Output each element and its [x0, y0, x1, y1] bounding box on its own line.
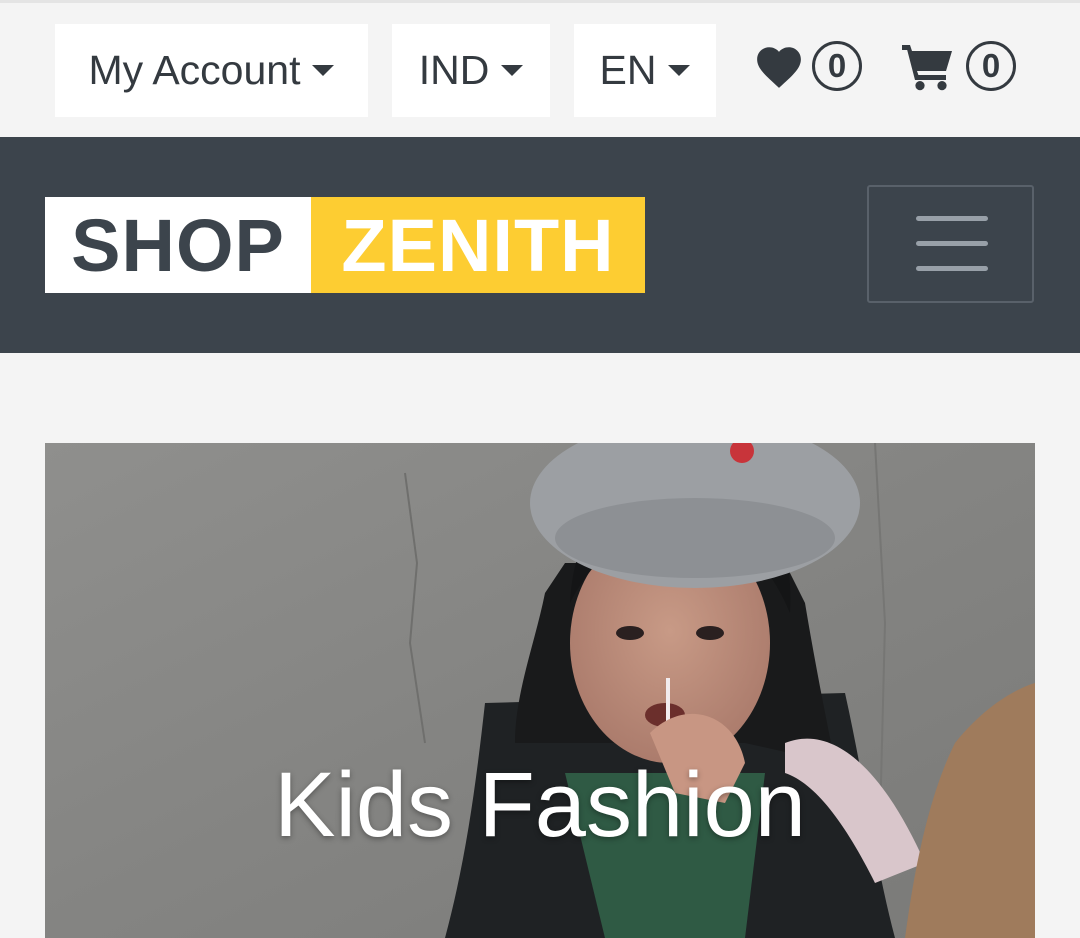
caret-down-icon [501, 65, 524, 76]
my-account-dropdown[interactable]: My Account [55, 24, 368, 117]
logo-zenith-text: ZENITH [311, 197, 645, 293]
hero-banner[interactable]: Kids Fashion [45, 443, 1035, 938]
heart-icon [757, 47, 801, 88]
logo-shop-text: SHOP [45, 197, 311, 293]
menu-icon-bar [916, 241, 988, 246]
my-account-label: My Account [88, 47, 301, 93]
menu-icon-bar [916, 266, 988, 271]
caret-down-icon [312, 65, 335, 76]
currency-dropdown[interactable]: IND [392, 24, 550, 117]
cart-count-badge: 0 [966, 41, 1016, 91]
shop-zenith-logo[interactable]: SHOP ZENITH [45, 197, 645, 293]
cart-button[interactable]: 0 [900, 41, 1016, 91]
menu-icon-bar [916, 216, 988, 221]
language-dropdown[interactable]: EN [574, 24, 716, 117]
top-bar: My Account IND EN 0 0 [0, 0, 1080, 137]
language-label: EN [599, 47, 657, 93]
cart-icon [902, 45, 952, 91]
wishlist-count-badge: 0 [812, 41, 862, 91]
menu-toggle-button[interactable] [867, 185, 1034, 303]
hero-image [45, 443, 1035, 938]
hero-title: Kids Fashion [274, 754, 806, 856]
caret-down-icon [668, 65, 691, 76]
main-navbar: SHOP ZENITH [0, 137, 1080, 353]
wishlist-button[interactable]: 0 [754, 41, 862, 91]
currency-label: IND [418, 47, 490, 93]
